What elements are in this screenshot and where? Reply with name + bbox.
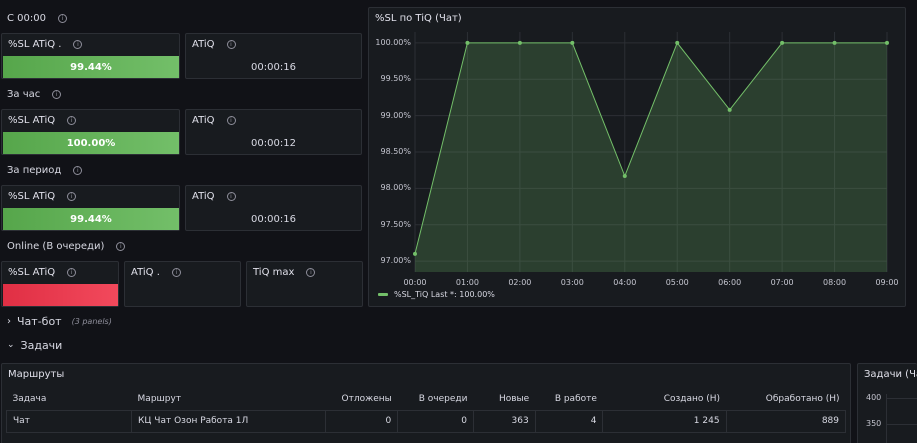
routes-table: Задача Маршрут Отложены В очереди Новые … [5,388,847,433]
stat-panel-r3-atiq[interactable]: ATiQ i 00:00:16 [185,185,362,231]
table-cell: 0 [397,409,474,433]
x-tick-label: 02:00 [508,278,532,287]
grid-line [886,394,887,443]
stat-panel-online-sl[interactable]: %SL ATiQ i [1,261,119,307]
stat-value: 00:00:16 [251,61,296,73]
legend-text: %SL_TiQ Last *: 100.00% [394,290,495,299]
chart-panel-sl-tiq[interactable]: %SL по TiQ (Чат) 97.00% 97.50% 98.00% 98.50… [368,7,906,307]
table-cell: 889 [725,409,847,433]
stat-value: 00:00:12 [251,137,296,149]
x-tick-label: 09:00 [875,278,899,287]
y-tick-label: 350 [866,419,882,428]
y-tick-label: 400 [866,393,882,402]
section-title-online: Online (В очереди) i [7,241,126,252]
chevron-right-icon: › [7,315,11,327]
stat-value: 99.44% [3,56,179,78]
table-cell: 363 [472,409,536,433]
routes-title: Маршруты [8,369,65,380]
column-header[interactable]: Обработано (Н) [726,388,845,410]
info-icon[interactable]: i [57,14,67,23]
routes-table-panel[interactable]: Маршруты Задача Маршрут Отложены В очере… [1,363,851,443]
grid-line [886,424,917,425]
info-icon[interactable]: i [67,192,77,201]
chevron-down-icon: ⌄ [7,340,15,350]
x-tick-label: 08:00 [823,278,847,287]
tasks-chart-panel[interactable]: Задачи (Чат 400 350 [857,363,917,443]
stat-value: 100.00% [3,132,179,154]
column-header[interactable]: Новые [473,388,535,410]
stat-panel-r2-sl[interactable]: %SL ATiQ i 100.00% [1,109,180,155]
table-row[interactable]: Чат КЦ Чат Озон Работа 1Л 0 0 363 4 1 24… [5,409,847,433]
info-icon[interactable]: i [67,268,77,277]
table-cell: 0 [325,409,399,433]
column-header[interactable]: Маршрут [132,388,326,410]
column-header[interactable]: Создано (Н) [603,388,726,410]
chart-legend[interactable]: %SL_TiQ Last *: 100.00% [378,290,495,299]
x-tick-label: 00:00 [403,278,427,287]
column-header[interactable]: Отложены [326,388,398,410]
stat-value: 99.44% [3,208,179,230]
stat-value-bar [3,284,118,306]
info-icon[interactable]: i [73,40,83,49]
info-icon[interactable]: i [73,166,83,175]
info-icon[interactable]: i [226,40,236,49]
x-tick-label: 05:00 [665,278,689,287]
stat-panel-r1-sl[interactable]: %SL ATiQ .i 99.44% [1,33,180,79]
row-chatbot[interactable]: › Чат-бот (3 panels) [0,311,917,331]
info-icon[interactable]: i [226,192,236,201]
x-tick-label: 04:00 [613,278,637,287]
panel-count: (3 panels) [71,316,112,326]
stat-panel-r3-sl[interactable]: %SL ATiQ i 99.44% [1,185,180,231]
table-header-row: Задача Маршрут Отложены В очереди Новые … [7,388,846,410]
stat-panel-r2-atiq[interactable]: ATiQ i 00:00:12 [185,109,362,155]
info-icon[interactable]: i [226,116,236,125]
section-title-since-midnight: С 00:00 i [7,13,67,24]
section-title-last-hour: За час i [7,89,62,100]
info-icon[interactable]: i [171,268,181,277]
grid-line [886,398,917,399]
stat-panel-online-tiqmax[interactable]: TiQ max i [246,261,363,307]
table-cell: Чат [5,409,133,433]
stat-panel-r1-atiq[interactable]: ATiQ i 00:00:16 [185,33,362,79]
table-cell: 1 245 [602,409,727,433]
column-header[interactable]: В очереди [398,388,474,410]
column-header[interactable]: В работе [535,388,603,410]
tasks-chart-title: Задачи (Чат [864,369,917,380]
stat-value: 00:00:16 [251,213,296,225]
info-icon[interactable]: i [52,90,62,99]
x-axis: 00:00 01:00 02:00 03:00 04:00 05:00 06:00 07:00… [369,8,905,306]
x-tick-label: 01:00 [455,278,479,287]
x-tick-label: 06:00 [718,278,742,287]
column-header[interactable]: Задача [7,388,132,410]
stat-panel-online-atiq[interactable]: ATiQ .i [124,261,241,307]
x-tick-label: 03:00 [560,278,584,287]
info-icon[interactable]: i [306,268,316,277]
x-tick-label: 07:00 [770,278,794,287]
legend-swatch [378,293,388,296]
section-title-period: За период i [7,165,83,176]
row-tasks[interactable]: ⌄ Задачи [0,335,917,355]
table-cell: 4 [534,409,604,433]
info-icon[interactable]: i [116,242,126,251]
table-cell: КЦ Чат Озон Работа 1Л [131,409,327,433]
info-icon[interactable]: i [67,116,77,125]
